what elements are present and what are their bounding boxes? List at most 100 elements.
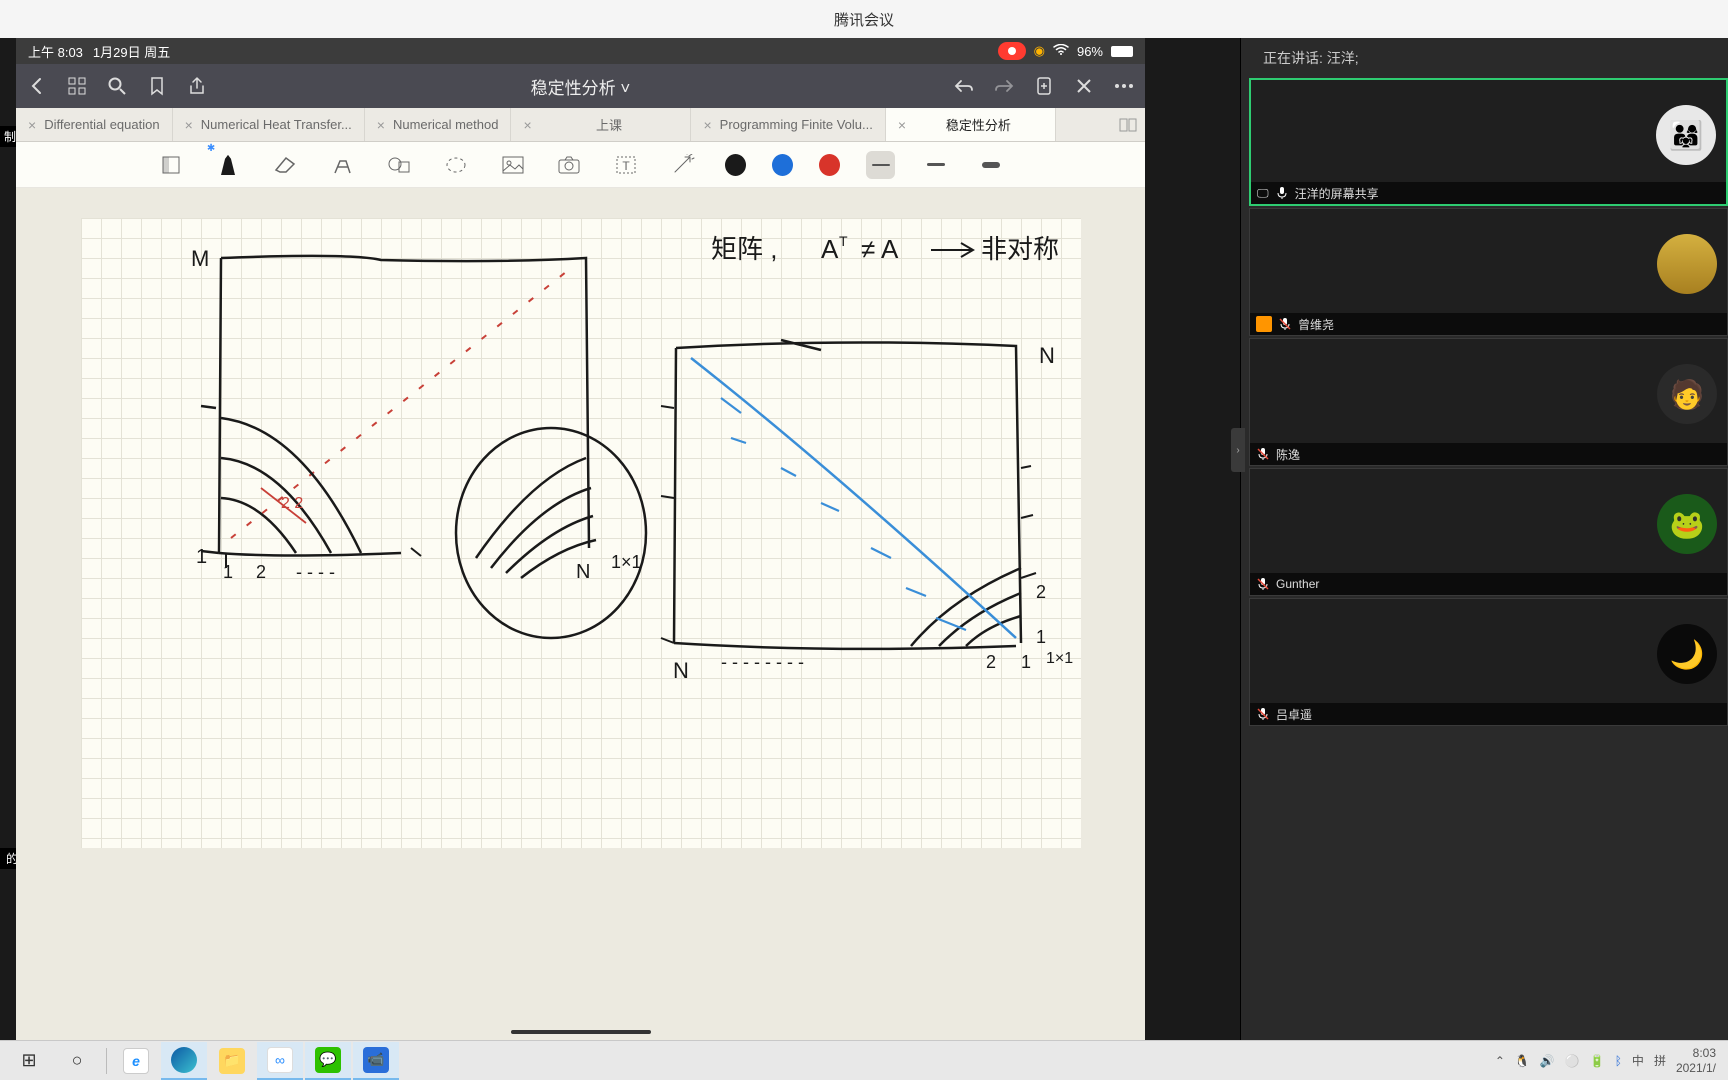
tray-battery-icon[interactable]: 🔋 xyxy=(1590,1054,1605,1068)
tab-programming-fv[interactable]: ×Programming Finite Volu... xyxy=(691,108,885,141)
participant-tile[interactable]: 👨‍👩‍👧 🖵 汪洋的屏幕共享 xyxy=(1249,78,1728,206)
participant-tile[interactable]: 曾维尧 xyxy=(1249,208,1728,336)
avatar: 👨‍👩‍👧 xyxy=(1656,105,1716,165)
taskbar-edge[interactable] xyxy=(161,1042,207,1080)
grid-icon[interactable] xyxy=(66,75,88,97)
tab-differential-equation[interactable]: ×Differential equation xyxy=(16,108,173,141)
shared-screen-area: 制中 的屏幕共享 上午 8:03 1月29日 周五 ◉ 96% xyxy=(0,38,1240,1040)
app-toolbar: 稳定性分析 ˅ xyxy=(16,64,1145,108)
close-icon[interactable]: × xyxy=(28,117,36,133)
taskbar-baidu-netdisk[interactable]: ∞ xyxy=(257,1042,303,1080)
close-icon[interactable] xyxy=(1073,75,1095,97)
wifi-icon xyxy=(1053,44,1069,59)
tab-numerical-heat[interactable]: ×Numerical Heat Transfer... xyxy=(173,108,365,141)
color-black[interactable] xyxy=(725,154,746,176)
shape-tool-icon[interactable] xyxy=(383,149,414,181)
svg-text:≠ A: ≠ A xyxy=(861,234,899,264)
close-icon[interactable]: × xyxy=(703,117,711,133)
avatar xyxy=(1657,234,1717,294)
participant-tile[interactable]: 🧑 陈逸 xyxy=(1249,338,1728,466)
redo-icon[interactable] xyxy=(993,75,1015,97)
drawing-toolbar: ✱ T xyxy=(16,142,1145,188)
system-tray: ⌃ 🐧 🔊 ⚪ 🔋 ᛒ 中 拼 8:03 2021/1/ xyxy=(1495,1046,1722,1075)
screen-share-icon: 🖵 xyxy=(1257,186,1269,201)
back-icon[interactable] xyxy=(26,75,48,97)
search-icon[interactable] xyxy=(106,75,128,97)
participant-panel: › 正在讲话: 汪洋; 👨‍👩‍👧 🖵 汪洋的屏幕共享 曾维尧 🧑 陈逸 xyxy=(1240,38,1728,1040)
text-tool-icon[interactable]: T xyxy=(611,149,642,181)
image-tool-icon[interactable] xyxy=(497,149,528,181)
taskbar-tencent-meeting[interactable]: 📹 xyxy=(353,1042,399,1080)
taskbar-wechat[interactable]: 💬 xyxy=(305,1042,351,1080)
pen-tool-icon[interactable]: ✱ xyxy=(213,149,244,181)
speaking-label: 正在讲话: 汪洋; xyxy=(1249,38,1728,78)
stroke-thin[interactable] xyxy=(866,151,895,179)
svg-text:1×1: 1×1 xyxy=(611,552,642,572)
mic-icon xyxy=(1275,186,1289,200)
highlighter-tool-icon[interactable] xyxy=(327,149,358,181)
stroke-thick[interactable] xyxy=(976,151,1005,179)
window-title-bar: 腾讯会议 xyxy=(0,0,1728,38)
participant-name: 曾维尧 xyxy=(1298,316,1334,333)
eraser-tool-icon[interactable] xyxy=(270,149,301,181)
svg-text:2: 2 xyxy=(1036,582,1046,602)
svg-text:1: 1 xyxy=(196,546,207,568)
share-icon[interactable] xyxy=(186,75,208,97)
tray-ime-mode[interactable]: 拼 xyxy=(1654,1052,1666,1069)
camera-tool-icon[interactable] xyxy=(554,149,585,181)
color-red[interactable] xyxy=(819,154,840,176)
close-icon[interactable]: × xyxy=(523,117,531,133)
split-view-icon[interactable] xyxy=(1111,108,1145,141)
tray-ime-lang[interactable]: 中 xyxy=(1632,1052,1644,1069)
close-icon[interactable]: × xyxy=(377,117,385,133)
collapse-panel-button[interactable]: › xyxy=(1231,428,1245,472)
close-icon[interactable]: × xyxy=(898,117,906,133)
home-indicator xyxy=(511,1030,651,1034)
tray-clock[interactable]: 8:03 2021/1/ xyxy=(1676,1046,1716,1075)
taskbar-explorer[interactable]: 📁 xyxy=(209,1042,255,1080)
svg-text:1: 1 xyxy=(1036,627,1046,647)
note-canvas[interactable]: 矩阵 , A T ≠ A 非对称 M 1 1 2 - - - - xyxy=(16,188,1145,1040)
participant-name: 汪洋的屏幕共享 xyxy=(1295,185,1379,202)
svg-text:非对称: 非对称 xyxy=(981,234,1059,264)
lasso-tool-icon[interactable] xyxy=(440,149,471,181)
svg-text:- - - - - - - -: - - - - - - - - xyxy=(721,652,804,672)
participant-tile[interactable]: 🌙 吕卓遥 xyxy=(1249,598,1728,726)
close-icon[interactable]: × xyxy=(185,117,193,133)
laser-tool-icon[interactable] xyxy=(668,149,699,181)
svg-text:2 2: 2 2 xyxy=(281,495,303,512)
document-title[interactable]: 稳定性分析 ˅ xyxy=(226,74,935,99)
tray-bluetooth-icon[interactable]: ᛒ xyxy=(1615,1054,1622,1068)
handwriting-formula: 矩阵 , xyxy=(711,234,777,264)
cortana-button[interactable]: ○ xyxy=(54,1042,100,1080)
tray-network-icon[interactable]: ⚪ xyxy=(1565,1054,1580,1068)
bookmark-icon[interactable] xyxy=(146,75,168,97)
recording-indicator-icon xyxy=(998,42,1026,60)
avatar: 🌙 xyxy=(1657,624,1717,684)
undo-icon[interactable] xyxy=(953,75,975,97)
mic-muted-icon xyxy=(1278,317,1292,331)
page-view-icon[interactable] xyxy=(156,149,187,181)
host-badge-icon xyxy=(1256,316,1272,332)
start-button[interactable]: ⊞ xyxy=(6,1042,52,1080)
participant-name: 吕卓遥 xyxy=(1276,706,1312,723)
participant-tile[interactable]: 🐸 Gunther xyxy=(1249,468,1728,596)
add-page-icon[interactable] xyxy=(1033,75,1055,97)
tray-qq-icon[interactable]: 🐧 xyxy=(1515,1054,1530,1068)
mouse-cursor-icon xyxy=(1079,388,1146,1018)
taskbar-ie[interactable]: e xyxy=(113,1042,159,1080)
more-icon[interactable] xyxy=(1113,75,1135,97)
ios-status-bar: 上午 8:03 1月29日 周五 ◉ 96% xyxy=(16,38,1145,64)
svg-text:1×1: 1×1 xyxy=(1046,650,1073,667)
tray-chevron-icon[interactable]: ⌃ xyxy=(1495,1054,1505,1068)
participant-name: Gunther xyxy=(1276,577,1319,591)
color-blue[interactable] xyxy=(772,154,793,176)
svg-text:N: N xyxy=(1039,343,1055,368)
stroke-medium[interactable] xyxy=(921,151,950,179)
tab-numerical-method[interactable]: ×Numerical method xyxy=(365,108,512,141)
tab-shangke[interactable]: ×上课 xyxy=(511,108,691,141)
tray-volume-icon[interactable]: 🔊 xyxy=(1540,1054,1555,1068)
svg-text:T: T xyxy=(623,159,631,173)
tab-stability-analysis[interactable]: ×稳定性分析 xyxy=(886,108,1056,141)
svg-text:- - - -: - - - - xyxy=(296,562,335,582)
